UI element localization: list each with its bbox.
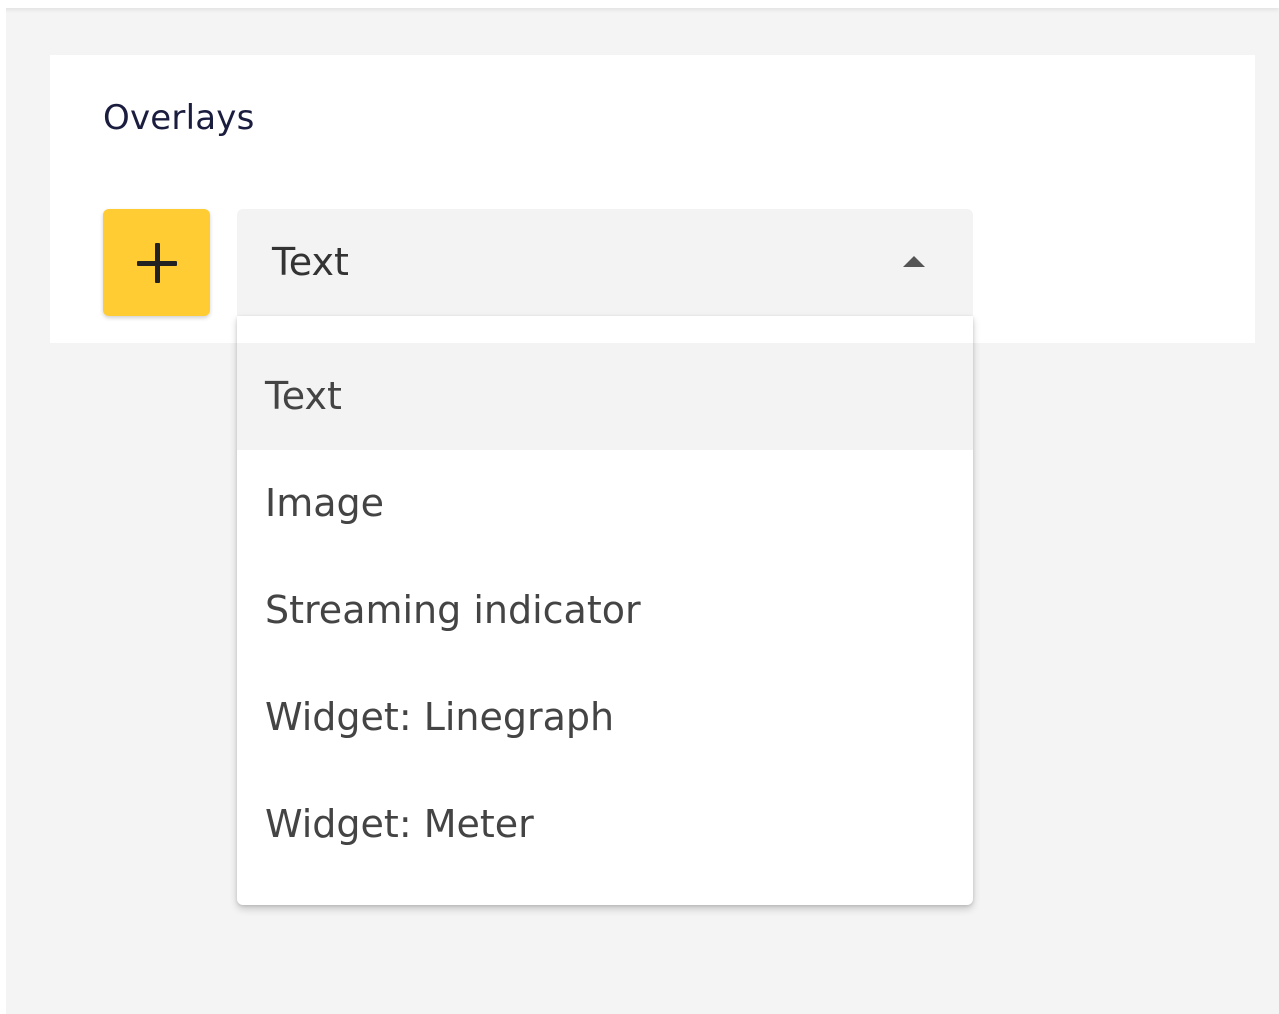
page: Overlays Text Text Image Streaming indic… [0,0,1279,1014]
option-label: Image [265,481,385,525]
overlay-type-select[interactable]: Text [237,209,973,316]
add-overlay-button[interactable] [103,209,210,316]
plus-icon [136,242,177,283]
left-edge [0,0,6,1014]
overlay-type-menu: Text Image Streaming indicator Widget: L… [237,316,973,905]
menu-option-widget-linegraph[interactable]: Widget: Linegraph [237,664,973,771]
menu-option-image[interactable]: Image [237,450,973,557]
option-label: Widget: Meter [265,802,534,846]
section-title: Overlays [103,98,255,138]
select-value: Text [272,240,349,284]
option-label: Text [265,374,342,418]
top-bar [0,0,1279,8]
menu-option-widget-meter[interactable]: Widget: Meter [237,771,973,878]
option-label: Streaming indicator [265,588,641,632]
option-label: Widget: Linegraph [265,695,615,739]
caret-up-icon[interactable] [903,256,925,267]
menu-option-text[interactable]: Text [237,343,973,450]
menu-option-streaming-indicator[interactable]: Streaming indicator [237,557,973,664]
